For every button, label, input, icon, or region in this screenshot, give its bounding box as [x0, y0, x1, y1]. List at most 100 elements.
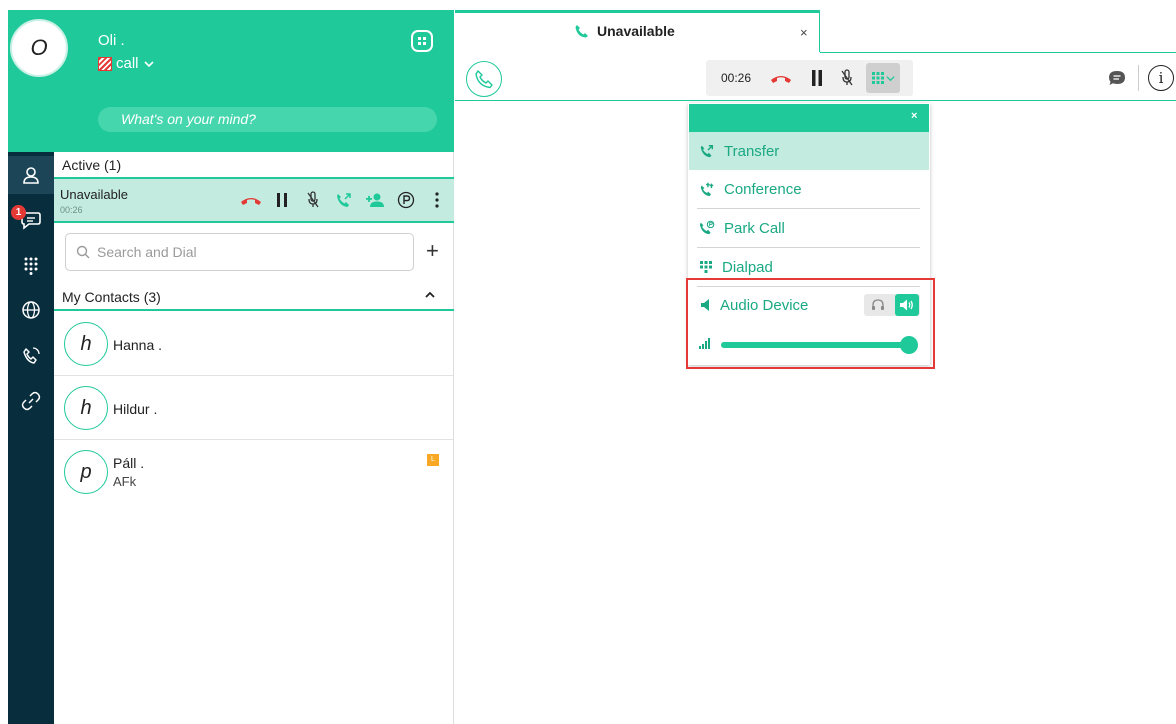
add-contact-button[interactable]: + — [426, 240, 439, 262]
menu-item-park-call[interactable]: Park Call — [689, 209, 929, 247]
profile-name: Oli . — [98, 32, 125, 49]
phone-transfer-icon — [337, 193, 351, 207]
audio-device-toggle — [864, 294, 920, 316]
call-history-icon — [23, 347, 40, 364]
menu-item-conference[interactable]: Conference — [689, 170, 929, 208]
conference-icon — [700, 182, 714, 197]
building-button[interactable] — [411, 30, 433, 52]
headset-icon — [872, 299, 884, 310]
busy-status-icon — [98, 56, 112, 71]
status-message-input[interactable]: What's on your mind? — [98, 107, 437, 132]
dialpad-icon — [872, 72, 884, 84]
park-call-icon — [699, 220, 715, 235]
add-participant-button[interactable] — [364, 189, 386, 211]
menu-item-label: Dialpad — [722, 258, 773, 276]
dialpad-icon — [24, 257, 38, 275]
pause-icon — [277, 193, 287, 207]
search-input[interactable] — [97, 244, 397, 260]
status-selector[interactable]: call — [98, 55, 155, 72]
contact-avatar: p — [64, 450, 108, 494]
chevron-down-icon — [886, 75, 895, 81]
tab-label: Unavailable — [597, 23, 675, 39]
transfer-button[interactable] — [333, 189, 355, 211]
speaker-button[interactable] — [895, 294, 919, 316]
chat-bubble-icon — [1109, 71, 1125, 85]
phone-transfer-icon — [700, 144, 714, 158]
close-menu-button[interactable]: × — [911, 110, 917, 122]
hold-button[interactable] — [271, 189, 293, 211]
menu-item-dialpad[interactable]: Dialpad — [689, 248, 929, 286]
my-contacts-title: My Contacts (3) — [62, 289, 161, 305]
call-button[interactable] — [466, 61, 502, 97]
search-dial-box[interactable] — [65, 233, 414, 271]
contact-row[interactable]: h Hanna . — [54, 312, 454, 376]
hold-button[interactable] — [806, 67, 828, 89]
building-icon — [418, 37, 426, 45]
volume-slider-fill — [721, 342, 910, 348]
chat-bubble-button[interactable] — [1108, 70, 1126, 86]
left-nav-rail: 1 — [8, 10, 54, 724]
call-control-bar: 00:26 — [706, 60, 913, 96]
more-options-button[interactable] — [426, 189, 448, 211]
my-contacts-header[interactable]: My Contacts (3) — [54, 287, 454, 311]
contact-avatar: h — [64, 322, 108, 366]
hangup-icon — [771, 76, 791, 83]
dialpad-icon — [700, 261, 712, 273]
menu-item-transfer[interactable]: Transfer — [689, 132, 929, 170]
avatar[interactable]: O — [10, 19, 68, 77]
volume-row — [689, 329, 929, 359]
dialpad-menu-button[interactable] — [866, 63, 900, 93]
call-history-nav-button[interactable] — [8, 337, 54, 375]
integrations-nav-button[interactable] — [8, 382, 54, 420]
contact-status-text: AFk — [113, 474, 137, 489]
headset-button[interactable] — [868, 296, 888, 314]
park-button[interactable] — [395, 189, 417, 211]
mute-button[interactable] — [302, 189, 324, 211]
speaker-volume-icon — [900, 299, 913, 311]
hangup-icon — [241, 198, 261, 205]
contact-initial: h — [80, 396, 92, 419]
unread-badge: 1 — [11, 205, 26, 220]
dialpad-nav-button[interactable] — [8, 246, 54, 284]
contacts-nav-button[interactable] — [8, 156, 54, 194]
pause-icon — [812, 70, 822, 86]
menu-item-label: Transfer — [724, 142, 780, 160]
contact-row[interactable]: p Páll . AFk L — [54, 440, 454, 504]
toolbar-separator — [1138, 65, 1139, 91]
mic-off-icon — [841, 69, 853, 86]
contact-avatar: h — [64, 386, 108, 430]
hangup-button[interactable] — [240, 189, 262, 211]
web-nav-button[interactable] — [8, 291, 54, 329]
info-icon: i — [1158, 69, 1164, 87]
volume-level-icon — [699, 338, 710, 349]
contact-row[interactable]: h Hildur . — [54, 376, 454, 440]
contact-name: Páll . — [113, 455, 145, 471]
active-call-time: 00:26 — [60, 205, 83, 215]
menu-header: × — [689, 104, 929, 132]
chevron-up-icon — [424, 289, 436, 301]
status-label: call — [116, 55, 139, 72]
avatar-initial: O — [30, 35, 48, 60]
audio-device-label: Audio Device — [720, 296, 809, 314]
close-tab-button[interactable]: × — [800, 25, 808, 40]
chat-nav-button[interactable]: 1 — [8, 201, 54, 239]
globe-icon — [22, 301, 40, 319]
contact-initial: h — [80, 332, 92, 355]
call-timer: 00:26 — [721, 71, 752, 85]
active-call-row[interactable]: Unavailable 00:26 — [54, 177, 454, 223]
volume-slider[interactable] — [721, 336, 919, 354]
volume-slider-handle[interactable] — [900, 336, 919, 354]
call-tab[interactable]: Unavailable × — [455, 10, 820, 52]
mute-button[interactable] — [836, 67, 858, 89]
mic-off-icon — [307, 191, 319, 208]
info-button[interactable]: i — [1148, 65, 1174, 91]
link-icon — [21, 391, 41, 411]
call-actions-menu: × Transfer Conference Park Call Dialpad … — [688, 103, 930, 365]
contacts-panel: O Oli . call What's on your mind? Active… — [10, 10, 454, 724]
hangup-button[interactable] — [768, 67, 794, 89]
search-icon — [76, 245, 90, 259]
audio-device-row: Audio Device — [689, 287, 929, 323]
park-icon — [397, 191, 415, 209]
chevron-down-icon — [143, 60, 154, 67]
profile-header: O Oli . call What's on your mind? — [10, 10, 454, 152]
